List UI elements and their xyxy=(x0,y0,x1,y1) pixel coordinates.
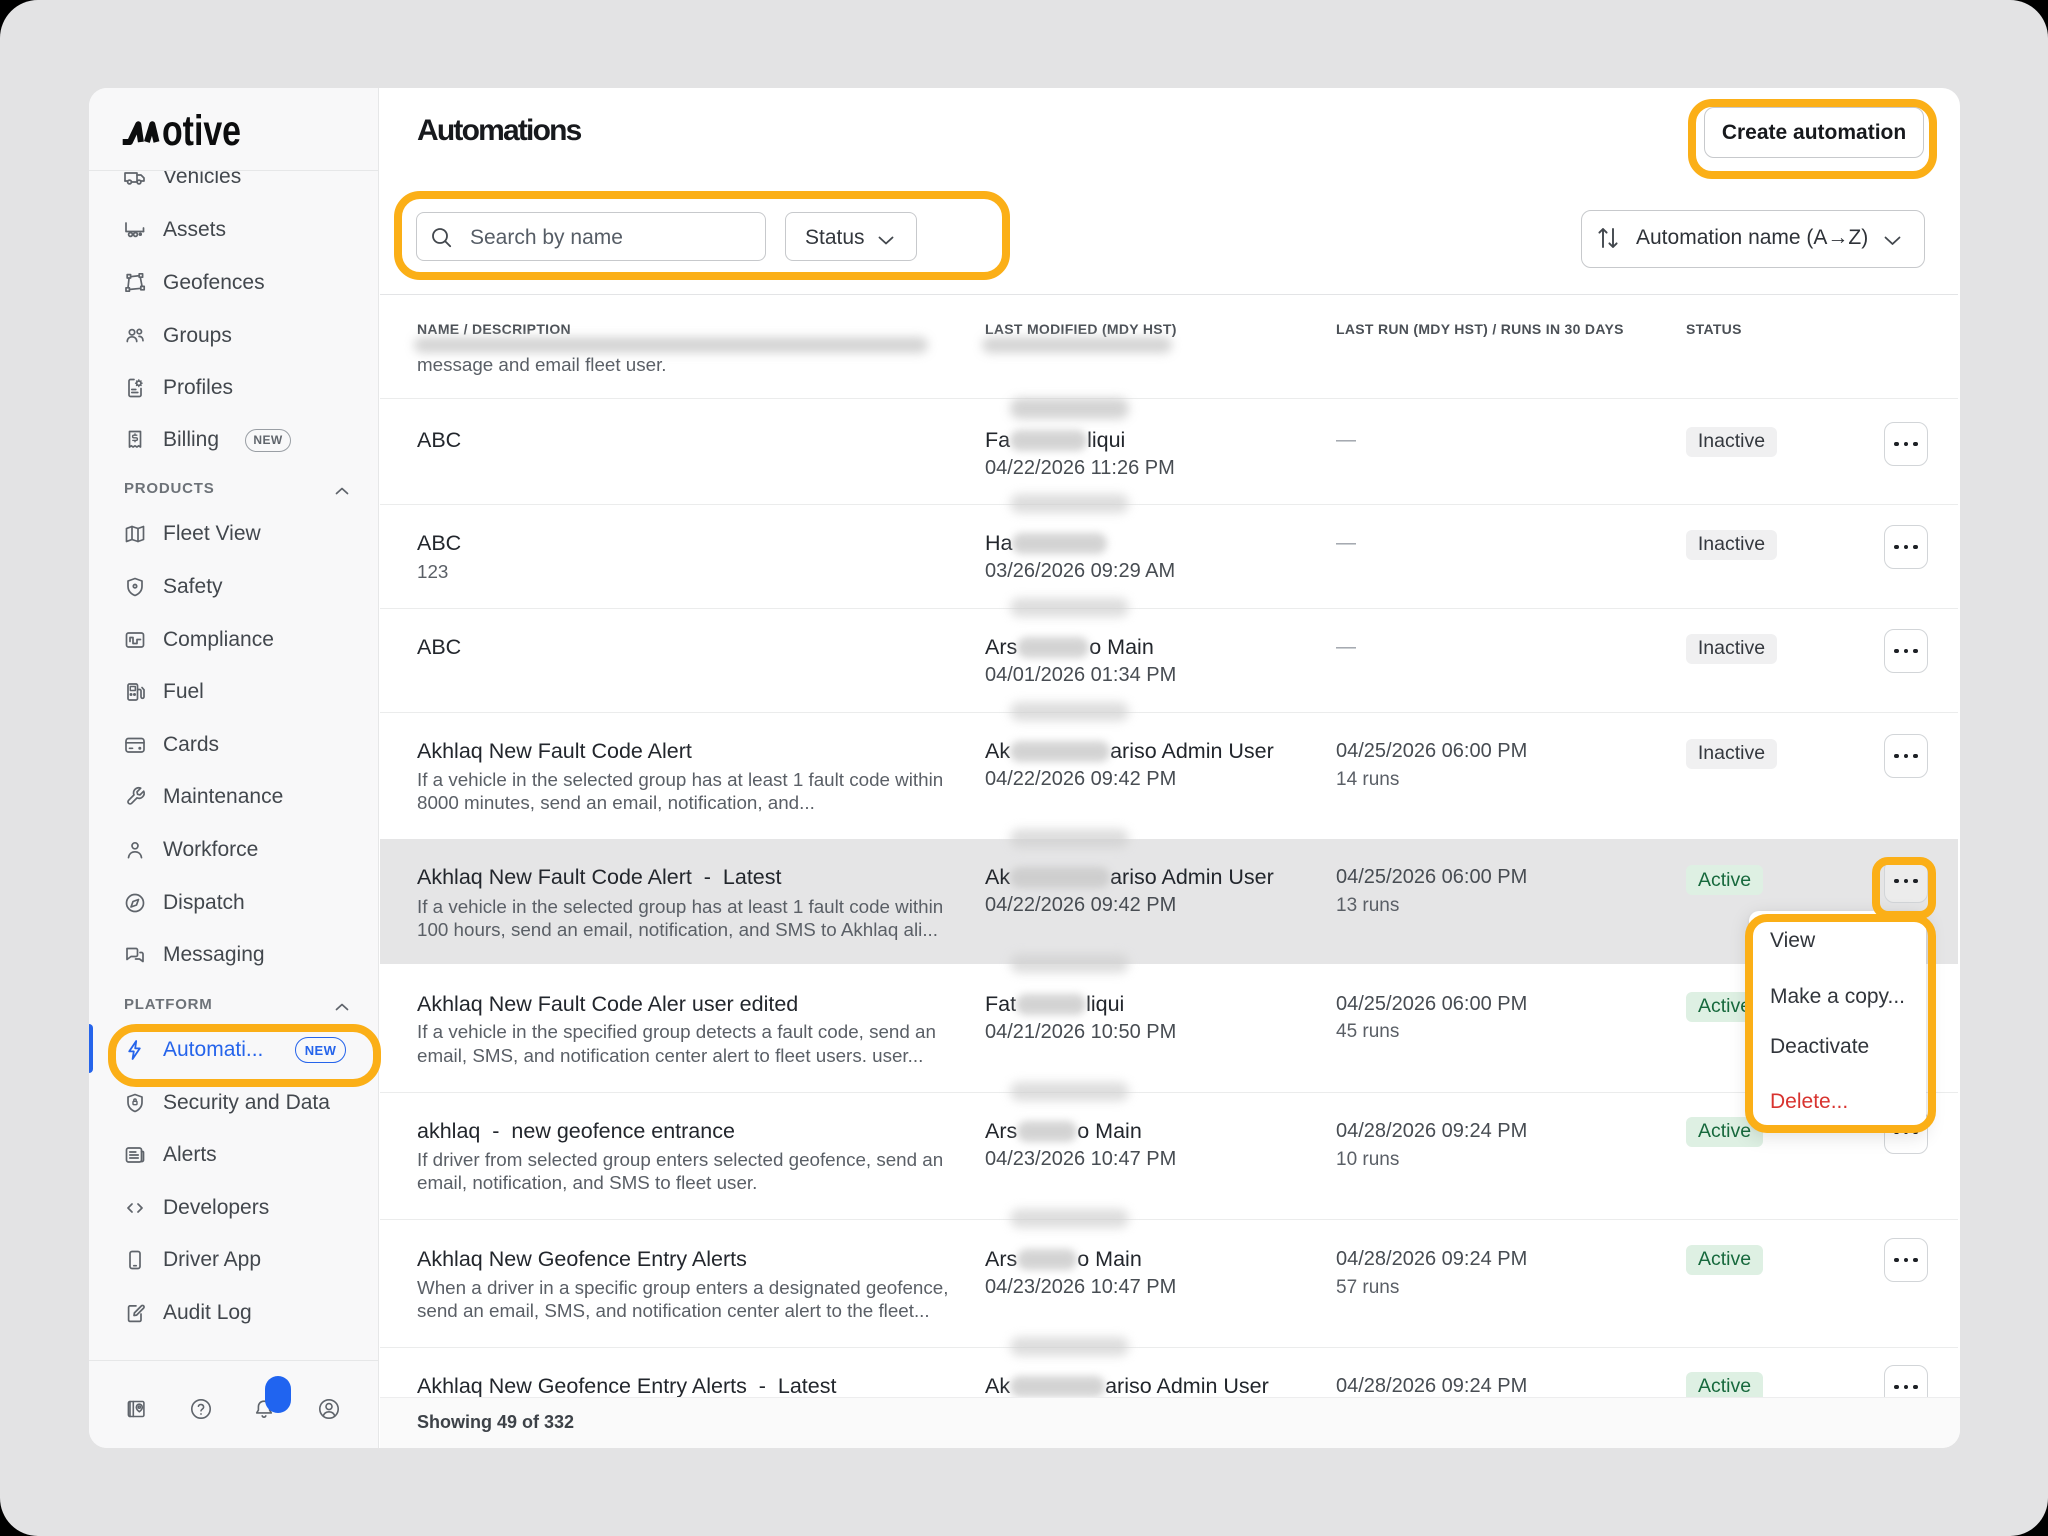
svg-text:otive: otive xyxy=(162,113,241,153)
